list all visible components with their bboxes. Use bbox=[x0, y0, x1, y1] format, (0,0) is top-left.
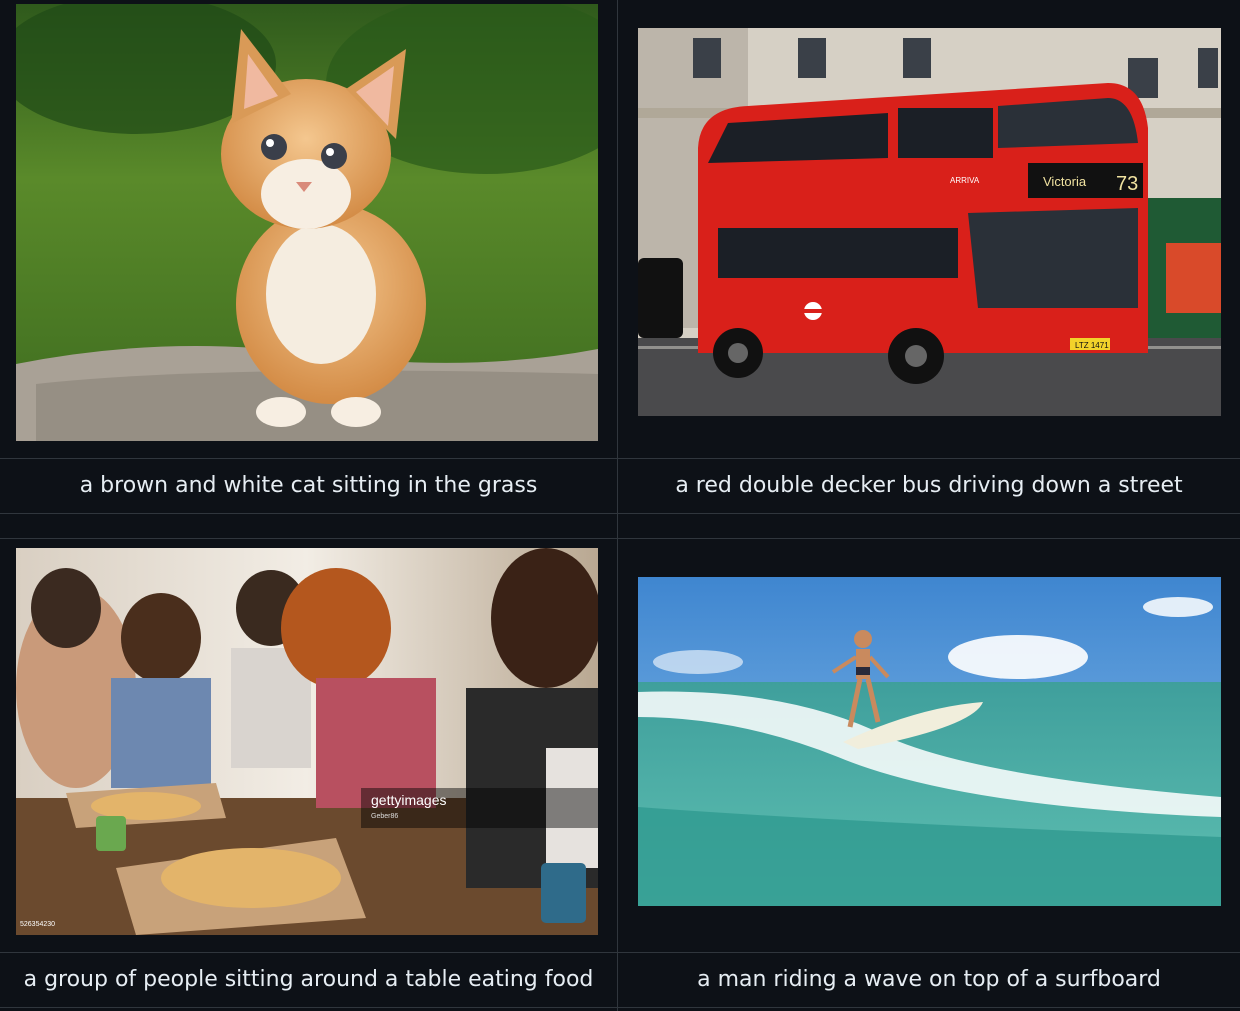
watermark-id: 526354230 bbox=[20, 921, 55, 928]
watermark-credit: Geber86 bbox=[371, 813, 398, 820]
watermark-brand: gettyimages bbox=[371, 792, 446, 808]
row-divider bbox=[0, 513, 1240, 514]
bus-destination-label: Victoria bbox=[1043, 174, 1087, 189]
kitten-image bbox=[16, 4, 598, 441]
bus-image: Victoria 73 ARRIVA LTZ 1471 bbox=[638, 28, 1221, 416]
caption-bus: a red double decker bus driving down a s… bbox=[675, 473, 1183, 498]
bus-plate-label: LTZ 1471 bbox=[1075, 341, 1109, 350]
row-divider bbox=[0, 1007, 1240, 1008]
caption-surfer: a man riding a wave on top of a surfboar… bbox=[697, 967, 1161, 992]
surfer-image bbox=[638, 577, 1221, 906]
pizza-party-image: gettyimages Geber86 526354230 bbox=[16, 548, 598, 935]
bus-route-label: 73 bbox=[1116, 173, 1138, 195]
caption-kitten: a brown and white cat sitting in the gra… bbox=[79, 473, 538, 498]
caption-pizza-party: a group of people sitting around a table… bbox=[23, 967, 594, 992]
bus-operator-label: ARRIVA bbox=[950, 176, 980, 185]
row-divider bbox=[0, 538, 1240, 539]
caption-grid: a brown and white cat sitting in the gra… bbox=[0, 0, 1240, 1011]
